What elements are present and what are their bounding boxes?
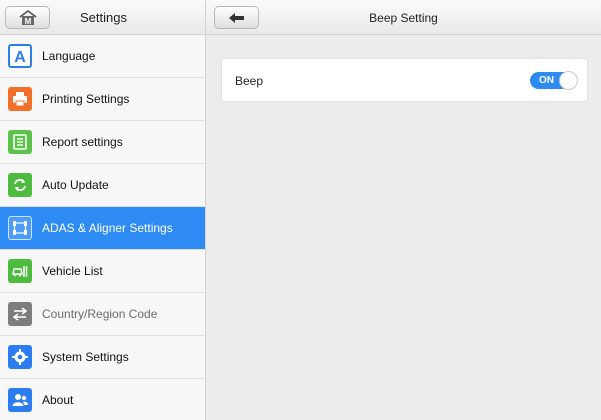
sidebar-item-auto-update[interactable]: Auto Update: [0, 164, 205, 207]
language-icon: A: [8, 44, 32, 68]
sidebar-item-printing-settings[interactable]: Printing Settings: [0, 78, 205, 121]
sidebar-item-label: Country/Region Code: [42, 307, 158, 321]
sidebar-item-label: ADAS & Aligner Settings: [42, 221, 173, 235]
sidebar-header: M Settings: [0, 0, 205, 35]
sidebar-item-label: Printing Settings: [42, 92, 130, 106]
content-panel: Beep ON: [206, 35, 601, 420]
sidebar-item-label: About: [42, 393, 74, 407]
sidebar-item-about[interactable]: About: [0, 379, 205, 420]
sidebar-item-label: System Settings: [42, 350, 129, 364]
sidebar-item-system-settings[interactable]: System Settings: [0, 336, 205, 379]
printer-icon: [8, 87, 32, 111]
home-button[interactable]: M: [5, 6, 50, 29]
sidebar-item-country-region-code[interactable]: Country/Region Code: [0, 293, 205, 336]
beep-label: Beep: [235, 74, 264, 88]
update-icon: [8, 173, 32, 197]
vehicle-list-icon: [8, 259, 32, 283]
sidebar: M Settings A Language Printing Settings …: [0, 0, 206, 420]
report-icon: [8, 130, 32, 154]
main-header: Beep Setting: [206, 0, 601, 35]
sidebar-item-label: Language: [42, 49, 96, 63]
adas-icon: [8, 216, 32, 240]
about-icon: [8, 388, 32, 412]
sidebar-item-vehicle-list[interactable]: Vehicle List: [0, 250, 205, 293]
home-icon: M: [19, 10, 37, 26]
beep-setting-row: Beep ON: [221, 58, 588, 102]
toggle-state-label: ON: [539, 75, 554, 86]
settings-menu: A Language Printing Settings Report sett…: [0, 35, 205, 420]
sidebar-item-adas-aligner-settings[interactable]: ADAS & Aligner Settings: [0, 207, 205, 250]
toggle-knob: [559, 71, 578, 90]
sidebar-title: Settings: [80, 10, 127, 25]
sidebar-item-language[interactable]: A Language: [0, 35, 205, 78]
svg-text:M: M: [25, 17, 32, 26]
sidebar-item-label: Vehicle List: [42, 264, 103, 278]
sidebar-item-label: Report settings: [42, 135, 123, 149]
system-settings-icon: [8, 345, 32, 369]
page-title: Beep Setting: [369, 11, 438, 25]
beep-toggle[interactable]: ON: [530, 71, 578, 90]
country-region-icon: [8, 302, 32, 326]
sidebar-item-report-settings[interactable]: Report settings: [0, 121, 205, 164]
sidebar-item-label: Auto Update: [42, 178, 109, 192]
svg-text:A: A: [14, 49, 26, 65]
